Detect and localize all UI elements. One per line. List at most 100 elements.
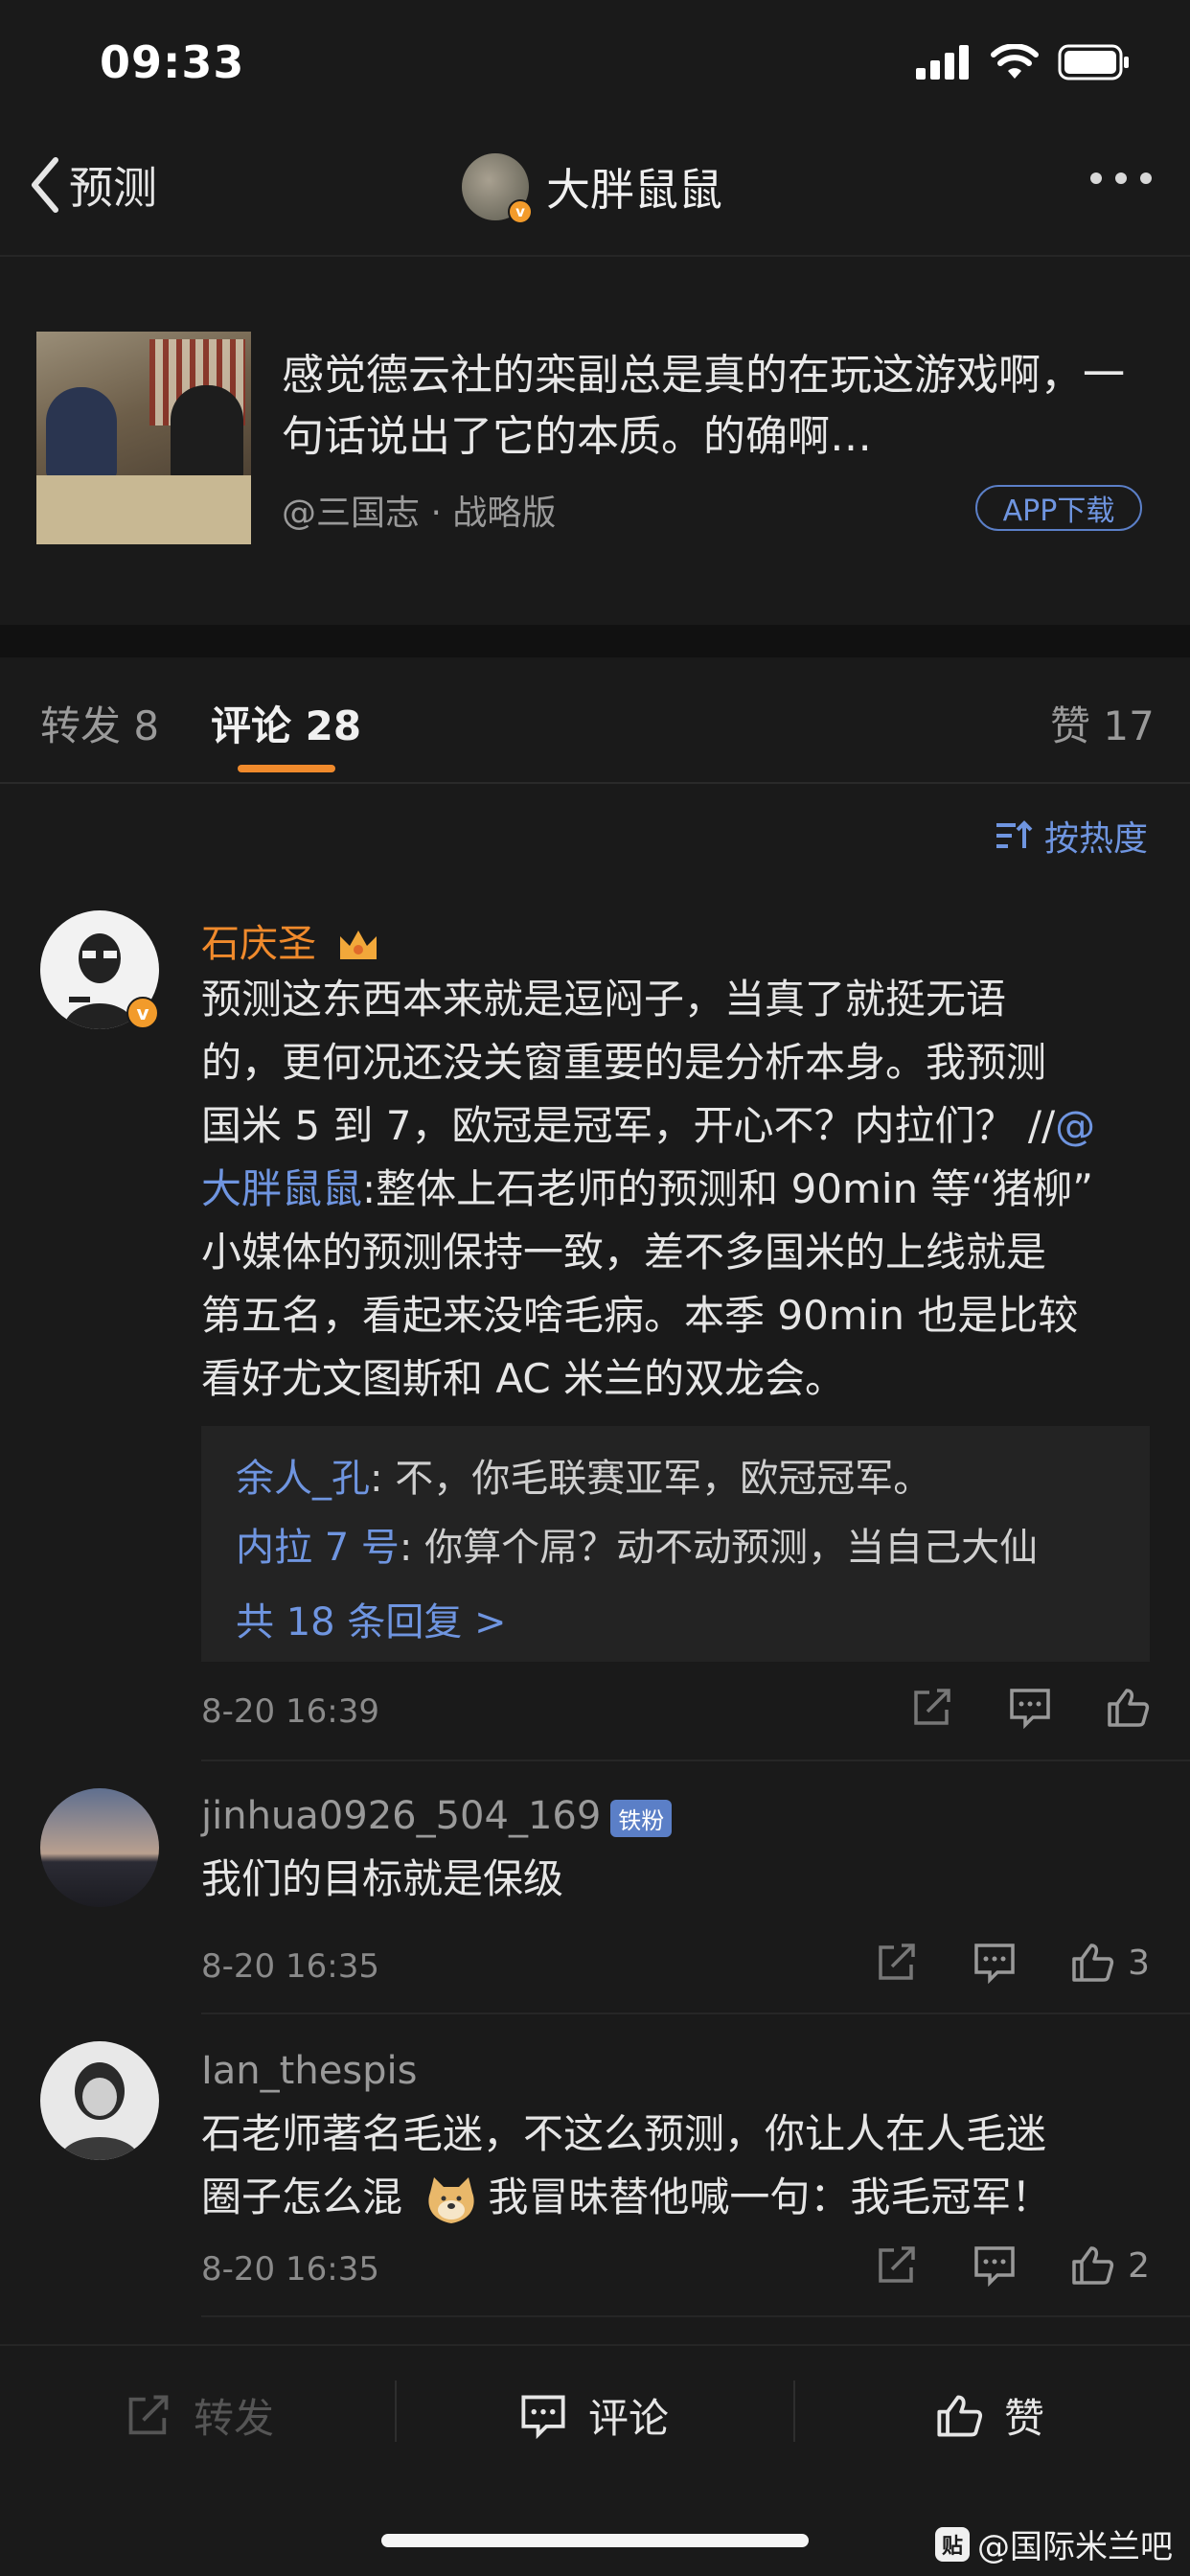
verified-badge-icon: v — [508, 199, 533, 224]
avatar[interactable]: v — [462, 153, 533, 224]
watermark: 贴 @国际米兰吧 — [935, 2520, 1173, 2567]
wifi-icon — [991, 44, 1039, 79]
share-icon[interactable] — [910, 1687, 954, 1729]
status-time: 09:33 — [100, 36, 245, 88]
comment-icon — [521, 2395, 565, 2439]
comment-text: 圈子怎么混 — [201, 2174, 403, 2220]
comment-icon[interactable] — [973, 2244, 1017, 2287]
avatar[interactable] — [40, 2041, 159, 2160]
like-icon — [937, 2395, 983, 2436]
verified-badge-icon: v — [126, 997, 159, 1029]
like-button[interactable]: 2 — [1070, 2244, 1150, 2287]
divider — [201, 2012, 1190, 2014]
tab-comments[interactable]: 评论 28 — [211, 694, 361, 752]
comment-line: 预测这东西本来就是逗闷子，当真了就挺无语 — [201, 976, 1007, 1023]
reply-preview[interactable]: 余人_孔: 不，你毛联赛亚军，欧冠冠军。 内拉 7 号: 你算个屌？动不动预测，… — [201, 1426, 1150, 1662]
comment-line: 看好尤文图斯和 AC 米兰的双龙会。 — [201, 1355, 846, 1402]
tab-likes[interactable]: 赞 17 — [1050, 694, 1155, 752]
repost-button[interactable]: 转发 — [125, 2386, 274, 2445]
comment-actions — [910, 1687, 1150, 1729]
reply-text: : 不，你毛联赛亚军，欧冠冠军。 — [370, 1457, 932, 1501]
comment-line: 圈子怎么混 我冒昧替他喊一句：我毛冠军！ — [201, 2166, 1169, 2229]
doge-emoji-icon — [428, 2176, 474, 2223]
card-thumbnail[interactable] — [36, 332, 251, 544]
share-icon[interactable] — [875, 2244, 919, 2287]
comment-actions: 2 — [875, 2244, 1150, 2287]
tieba-logo-icon: 贴 — [935, 2526, 970, 2562]
avatar[interactable] — [40, 1788, 159, 1907]
reply-text: : 你算个屌？动不动预测，当自己大仙 — [399, 1526, 1039, 1570]
back-label: 预测 — [69, 162, 157, 214]
home-indicator[interactable] — [381, 2534, 809, 2547]
card-text[interactable]: 感觉德云社的栾副总是真的在玩这游戏啊，一句话说出了它的本质。的确啊… — [282, 345, 1144, 468]
comment-body: 我们的目标就是保级 — [201, 1855, 564, 1902]
comment-author: jinhua0926_504_169 铁粉 — [201, 1794, 673, 1838]
sort-icon — [995, 820, 1033, 848]
comment-time: 8-20 16:39 — [201, 1692, 379, 1731]
share-icon — [128, 2395, 169, 2434]
comment-author: 石庆圣 — [201, 912, 380, 968]
sort-button[interactable]: 按热度 — [995, 811, 1148, 861]
comment-line: 小媒体的预测保持一致，差不多国米的上线就是 — [201, 1229, 1047, 1276]
comment-body: 预测这东西本来就是逗闷子，当真了就挺无语 的，更何况还没关窗重要的是分析本身。我… — [201, 968, 1159, 1411]
reply-author[interactable]: 余人_孔 — [236, 1457, 370, 1501]
divider — [201, 1760, 1190, 1761]
comment-icon[interactable] — [1008, 1687, 1052, 1729]
like-count: 2 — [1128, 2245, 1150, 2286]
watermark-text: @国际米兰吧 — [977, 2528, 1173, 2566]
comment-body: 石老师著名毛迷，不这么预测，你让人在人毛迷 圈子怎么混 我冒昧替他喊一句：我毛冠… — [201, 2103, 1169, 2229]
comment-button[interactable]: 评论 — [519, 2386, 669, 2445]
comment-author-name[interactable]: jinhua0926_504_169 — [201, 1794, 601, 1838]
section-gap — [0, 625, 1190, 657]
more-replies-link[interactable]: 共 18 条回复 > — [236, 1591, 507, 1646]
fan-badge: 铁粉 — [610, 1799, 673, 1837]
comment-line: 石老师著名毛迷，不这么预测，你让人在人毛迷 — [201, 2110, 1047, 2157]
repost-label: 转发 — [194, 2395, 275, 2442]
divider — [395, 2380, 397, 2442]
divider — [0, 782, 1190, 784]
nav-username: 大胖鼠鼠 — [546, 164, 722, 216]
tab-repost[interactable]: 转发 8 — [40, 694, 159, 752]
comment-label: 评论 — [588, 2395, 670, 2442]
comment-author-name[interactable]: 石庆圣 — [201, 922, 316, 966]
more-icon[interactable] — [1090, 172, 1152, 184]
comment-icon[interactable] — [973, 1942, 1017, 1984]
comment-text: 我冒昧替他喊一句：我毛冠军！ — [488, 2174, 1052, 2220]
status-icons — [916, 44, 1131, 80]
reply-item[interactable]: 内拉 7 号: 你算个屌？动不动预测，当自己大仙 — [236, 1516, 1038, 1572]
app-download-button[interactable]: APP下载 — [975, 485, 1142, 531]
like-count: 3 — [1128, 1943, 1150, 1983]
reply-item[interactable]: 余人_孔: 不，你毛联赛亚军，欧冠冠军。 — [236, 1447, 931, 1503]
like-button[interactable]: 3 — [1070, 1942, 1150, 1984]
share-icon[interactable] — [875, 1942, 919, 1984]
mention-link[interactable]: 大胖鼠鼠 — [201, 1165, 362, 1212]
comment-text: 国米 5 到 7，欧冠是冠军，开心不？内拉们？ // — [201, 1102, 1056, 1149]
back-button[interactable]: 预测 — [29, 153, 157, 217]
tab-indicator — [238, 765, 335, 772]
chevron-left-icon — [32, 157, 58, 213]
comment-text: :整体上石老师的预测和 90min 等“猪柳” — [362, 1165, 1094, 1212]
card-source: @三国志 · 战略版 — [282, 494, 557, 533]
sort-label: 按热度 — [1043, 819, 1148, 859]
signal-icon — [916, 45, 969, 80]
like-label: 赞 — [1004, 2395, 1045, 2442]
comment-author-name[interactable]: Ian_thespis — [201, 2049, 418, 2093]
divider — [201, 2315, 1190, 2317]
reply-author[interactable]: 内拉 7 号 — [236, 1526, 400, 1570]
divider — [793, 2380, 795, 2442]
divider — [0, 255, 1190, 257]
nav-user[interactable]: v 大胖鼠鼠 — [462, 153, 722, 224]
comment-time: 8-20 16:35 — [201, 1947, 379, 1986]
comment-line: 大胖鼠鼠:整体上石老师的预测和 90min 等“猪柳” — [201, 1158, 1159, 1221]
comment-time: 8-20 16:35 — [201, 2250, 379, 2288]
like-button[interactable]: 赞 — [935, 2386, 1044, 2445]
mention-link[interactable]: @ — [1055, 1102, 1095, 1149]
comment-line: 国米 5 到 7，欧冠是冠军，开心不？内拉们？ //@ — [201, 1094, 1159, 1158]
like-icon — [1072, 2246, 1114, 2285]
comment-line: 的，更何况还没关窗重要的是分析本身。我预测 — [201, 1039, 1047, 1086]
crown-icon — [339, 931, 377, 959]
avatar[interactable]: v — [40, 910, 159, 1029]
like-icon — [1072, 1944, 1114, 1982]
battery-icon — [1058, 44, 1129, 80]
like-icon[interactable] — [1106, 1687, 1150, 1729]
